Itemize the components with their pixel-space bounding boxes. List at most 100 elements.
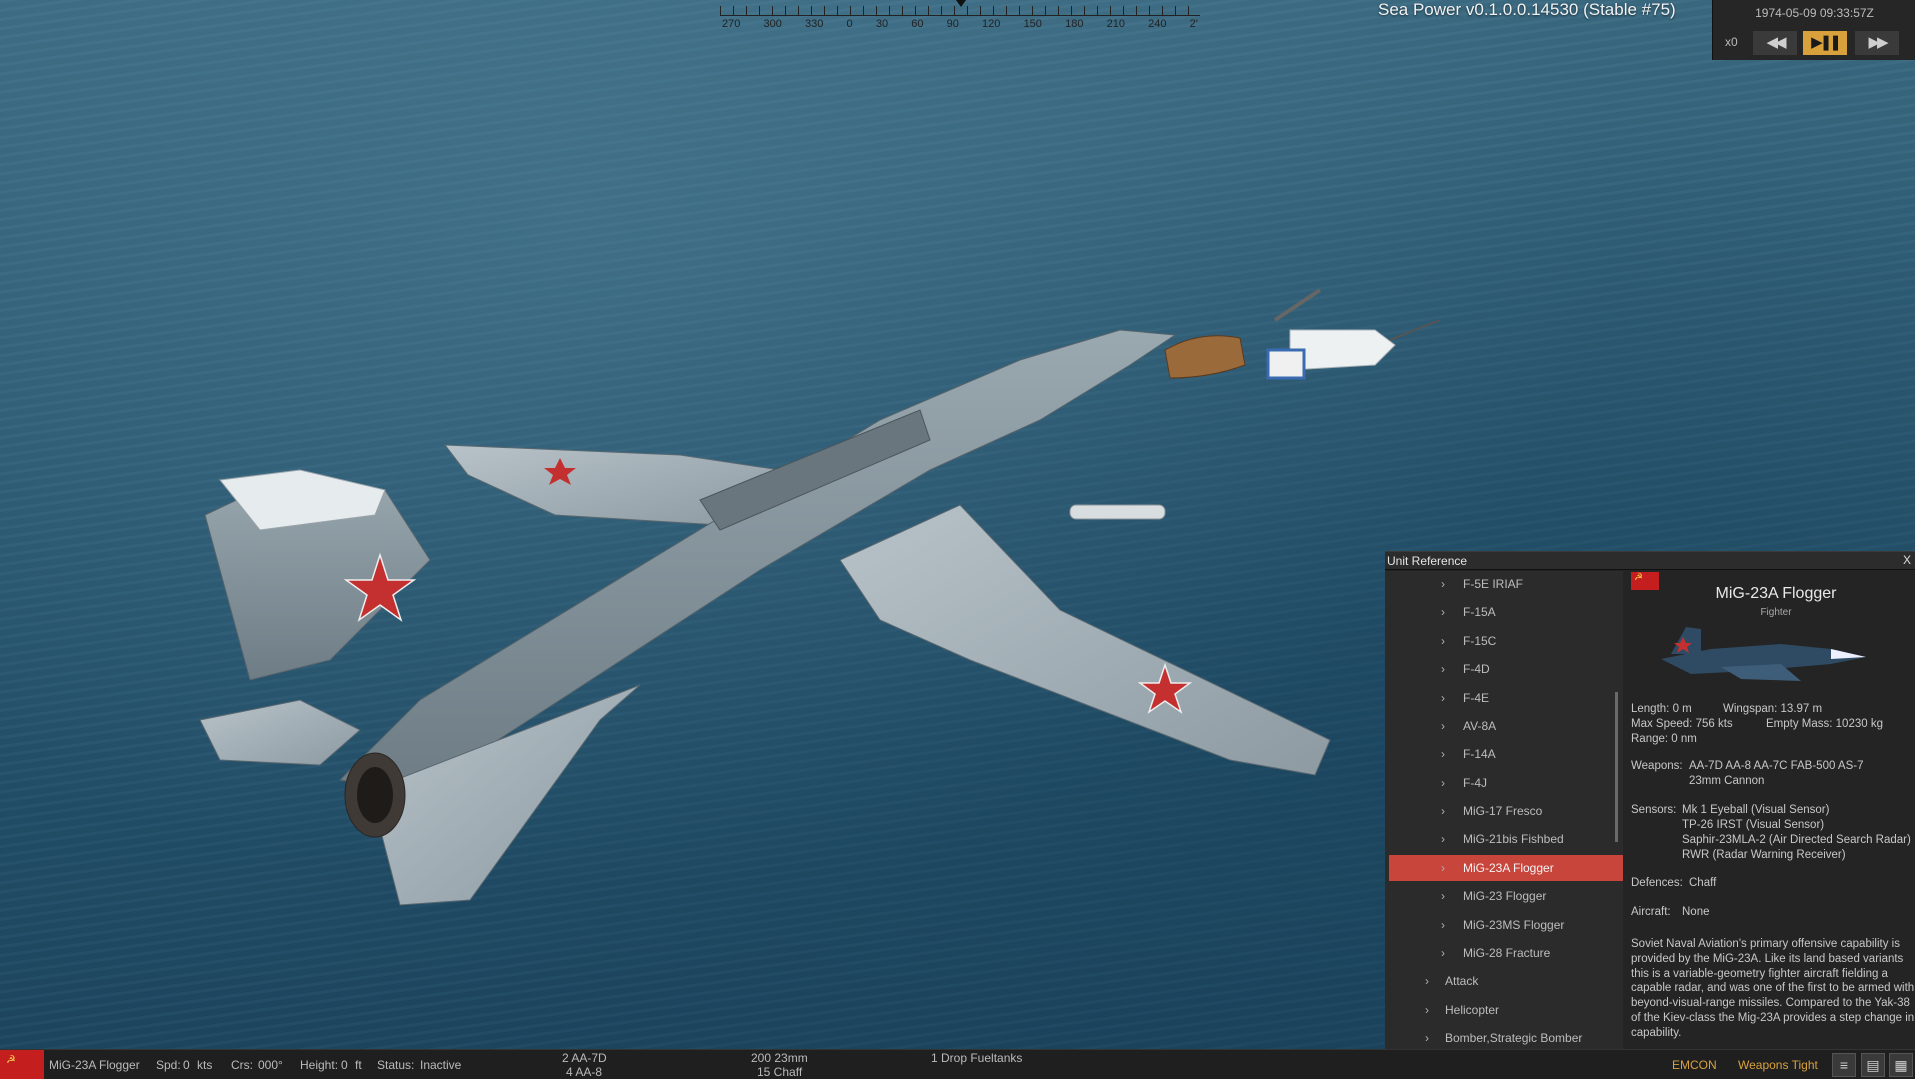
tree-item[interactable]: › MiG-21bis Fishbed [1385, 826, 1613, 852]
compass-ticks [720, 6, 1200, 16]
tree-item[interactable]: › F-15C [1385, 628, 1613, 654]
tree-item-label: F-4J [1463, 776, 1487, 790]
loadout-entry: 200 23mm [751, 1051, 808, 1065]
play-pause-button[interactable]: ▶❚❚ [1803, 31, 1847, 55]
weapons-state-button[interactable]: Weapons Tight [1738, 1058, 1818, 1072]
max-speed-value: Max Speed: 756 kts [1631, 718, 1733, 730]
tree-item-label: MiG-23A Flogger [1463, 861, 1554, 875]
sensor-item: Saphir-23MLA-2 (Air Directed Search Rada… [1682, 834, 1911, 846]
chevron-right-icon: › [1441, 832, 1445, 846]
compass-label: 330 [805, 18, 824, 30]
chevron-right-icon: › [1441, 918, 1445, 932]
tree-item[interactable]: › MiG-23MS Flogger [1385, 912, 1613, 938]
tree-item-label: MiG-21bis Fishbed [1463, 832, 1564, 846]
compass-label: 270 [722, 18, 741, 30]
tree-item[interactable]: › F-4J [1385, 770, 1613, 796]
unit-thumbnail-image [1661, 627, 1866, 681]
tree-item-label: F-4D [1463, 662, 1490, 676]
speed-unit: kts [197, 1058, 213, 1072]
compass-label: 240 [1148, 18, 1167, 30]
sensor-item: RWR (Radar Warning Receiver) [1682, 849, 1846, 861]
tree-item[interactable]: › MiG-23 Flogger [1385, 883, 1613, 909]
compass-label: 150 [1023, 18, 1042, 30]
tree-item-label: MiG-23 Flogger [1463, 889, 1547, 903]
compass-label: 30 [875, 18, 889, 30]
unit-detail: ☭ MiG-23A Flogger Fighter Re Length: 0 m… [1631, 571, 1915, 1049]
loadout-entry: 4 AA-8 [566, 1065, 603, 1079]
grid-icon[interactable]: ▦ [1889, 1053, 1913, 1077]
fast-forward-button[interactable]: ▶▶ [1855, 31, 1899, 55]
tree-scrollbar[interactable] [1615, 692, 1618, 842]
compass-label: 90 [946, 18, 959, 30]
tree-item[interactable]: › MiG-17 Fresco [1385, 798, 1613, 824]
rewind-icon: ◀◀ [1766, 34, 1786, 51]
tree-item-label: F-15A [1463, 605, 1496, 619]
tree-item[interactable]: › MiG-28 Fracture [1385, 940, 1613, 966]
heading-pointer-icon [956, 0, 966, 7]
selected-unit-name[interactable]: MiG-23A Flogger [49, 1058, 140, 1072]
unit-tree[interactable]: › F-5E IRIAF › F-15A › F-15C › F-4D › F-… [1385, 571, 1623, 1049]
course-value: 000° [258, 1058, 283, 1072]
chevron-right-icon: › [1441, 889, 1445, 903]
status-value: Inactive [420, 1058, 462, 1072]
unit-role: Fighter [1760, 607, 1792, 618]
sensors-label: Sensors: [1631, 804, 1677, 816]
weapons-list: 23mm Cannon [1689, 775, 1765, 787]
tree-item[interactable]: › AV-8A [1385, 713, 1613, 739]
panel-header[interactable]: Unit Reference X [1385, 552, 1915, 570]
compass-label: 300 [763, 18, 782, 30]
chevron-right-icon: › [1441, 605, 1445, 619]
tree-category[interactable]: › Attack [1385, 968, 1613, 994]
tree-item-label: Helicopter [1445, 1003, 1500, 1017]
tree-item-label: Bomber,Strategic Bomber [1445, 1031, 1583, 1045]
compass-label: 180 [1065, 18, 1084, 30]
tree-category[interactable]: › Helicopter [1385, 997, 1613, 1023]
compass-label: 120 [982, 18, 1001, 30]
range-value: Range: 0 nm [1631, 733, 1697, 745]
aircraft-render [199, 288, 1440, 906]
rewind-button[interactable]: ◀◀ [1753, 31, 1797, 55]
unit-reference-panel: Unit Reference X › F-5E IRIAF › F-15A › … [1385, 551, 1915, 1049]
tree-item[interactable]: › F-15A [1385, 599, 1613, 625]
weapons-label: Weapons: [1631, 760, 1683, 772]
formation-icon[interactable]: ≡ [1832, 1053, 1856, 1077]
tree-item-label: MiG-23MS Flogger [1463, 918, 1565, 932]
course-label: Crs: [231, 1058, 253, 1072]
fast-forward-icon: ▶▶ [1868, 34, 1888, 51]
sensor-item: Mk 1 Eyeball (Visual Sensor) [1682, 804, 1830, 816]
time-control-panel: 1974-05-09 09:33:57Z x0 ◀◀ ▶❚❚ ▶▶ [1712, 0, 1915, 60]
tree-item-selected[interactable]: › MiG-23A Flogger [1389, 855, 1623, 881]
height-unit: ft [355, 1058, 362, 1072]
loadout-entry: 1 Drop Fueltanks [931, 1051, 1023, 1065]
speed-value: 0 [183, 1058, 190, 1072]
tree-item[interactable]: › F-4D [1385, 656, 1613, 682]
tree-category[interactable]: › Bomber,Strategic Bomber [1385, 1025, 1613, 1049]
time-compression-label: x0 [1725, 35, 1738, 49]
tree-item-label: F-5E IRIAF [1463, 577, 1524, 591]
weapons-list: AA-7D AA-8 AA-7C FAB-500 AS-7 [1689, 760, 1864, 772]
tree-item[interactable]: › F-14A [1385, 741, 1613, 767]
empty-mass-value: Empty Mass: 10230 kg [1766, 718, 1883, 730]
defences-label: Defences: [1631, 877, 1683, 889]
wingspan-value: Wingspan: 13.97 m [1723, 703, 1823, 715]
chevron-right-icon: › [1441, 719, 1445, 733]
defences-value: Chaff [1689, 877, 1717, 889]
tree-item-label: F-15C [1463, 634, 1497, 648]
unit-name: MiG-23A Flogger [1715, 585, 1837, 602]
chevron-right-icon: › [1441, 691, 1445, 705]
compass-label: 210 [1106, 18, 1125, 30]
chevron-right-icon: › [1425, 1003, 1429, 1017]
compass-label: 0 [846, 18, 853, 30]
soviet-flag-icon: ☭ [0, 1050, 44, 1079]
tree-item[interactable]: › F-4E [1385, 685, 1613, 711]
compass-heading-tape: 270 300 330 0 30 60 90 120 150 180 210 2… [720, 0, 1200, 34]
tree-item-label: F-14A [1463, 747, 1496, 761]
log-icon[interactable]: ▤ [1861, 1053, 1885, 1077]
compass-label: 2' [1189, 18, 1198, 30]
emcon-button[interactable]: EMCON [1672, 1058, 1717, 1072]
height-label: Height: [300, 1058, 339, 1072]
close-button[interactable]: X [1900, 553, 1914, 568]
tree-item[interactable]: › F-5E IRIAF [1385, 571, 1613, 597]
status-label: Status: [377, 1058, 415, 1072]
tree-item-label: MiG-28 Fracture [1463, 946, 1551, 960]
